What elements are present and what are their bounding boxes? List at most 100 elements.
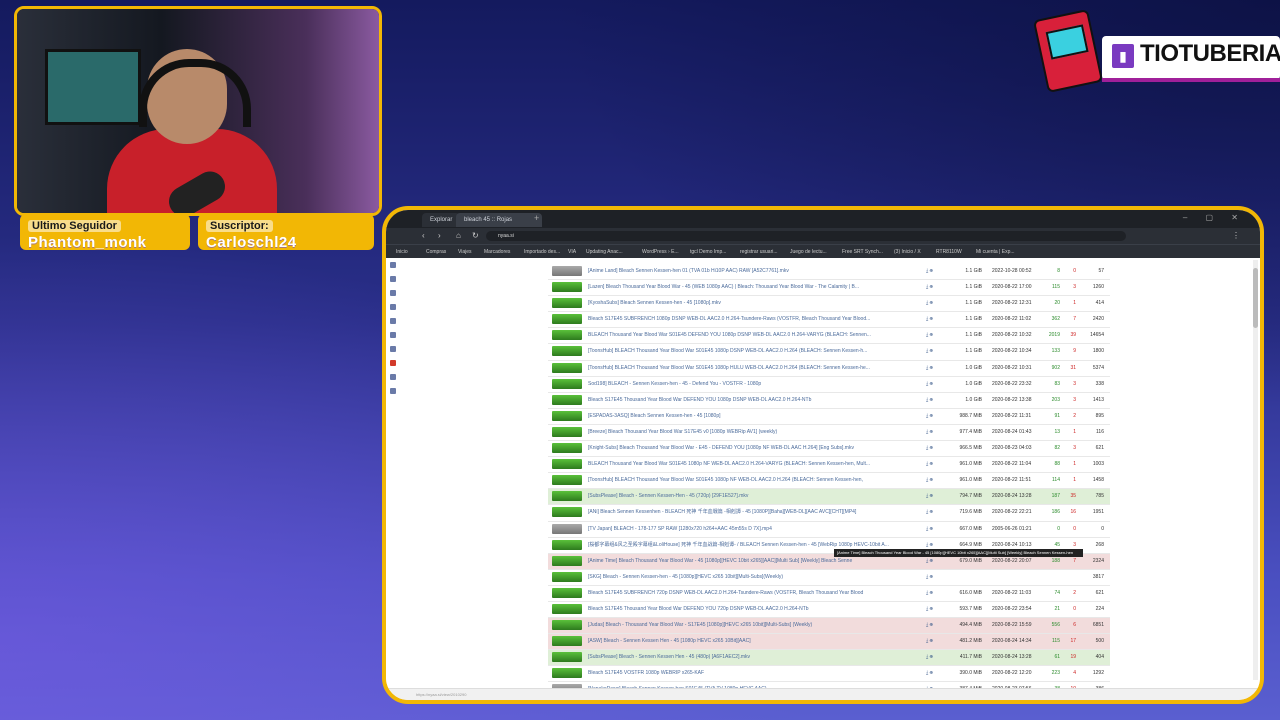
torrent-name-link[interactable]: [SubsPlease] Bleach - Sennen Kessen Hen …	[588, 650, 908, 665]
torrent-name-link[interactable]: BLEACH Thousand Year Blood War S01E45 10…	[588, 457, 908, 472]
category-badge[interactable]	[552, 426, 582, 437]
download-icon[interactable]: ⤓ ⊕	[926, 361, 933, 376]
torrent-name-link[interactable]: [SKG] Bleach - Sennen Kessen-hen - 45 [1…	[588, 570, 908, 585]
download-icon[interactable]: ⤓ ⊕	[926, 570, 933, 585]
bookmark-0[interactable]: Inicio	[396, 246, 408, 258]
download-icon[interactable]: ⤓ ⊕	[926, 473, 933, 488]
category-badge[interactable]	[552, 523, 582, 534]
category-badge[interactable]	[552, 701, 582, 704]
category-badge[interactable]	[552, 620, 582, 631]
url-input[interactable]: nyaa.si	[486, 231, 1126, 241]
sidebar-icon[interactable]	[390, 262, 396, 268]
sidebar-icon[interactable]	[390, 332, 396, 338]
table-row[interactable]: [Breeze] Bleach Thousand Year Blood War …	[548, 425, 1110, 442]
bookmark-11[interactable]: Free SRT Synch...	[842, 246, 883, 258]
table-row[interactable]: [ESPADAS-3ASQ] Bleach Sennen Kessen-hen …	[548, 409, 1110, 425]
category-badge[interactable]	[552, 362, 582, 373]
download-icon[interactable]: ⤓ ⊕	[926, 441, 933, 456]
category-badge[interactable]	[552, 491, 582, 502]
sidebar-icon[interactable]	[390, 318, 396, 324]
torrent-name-link[interactable]: [Lazen] Bleach Thousand Year Blood War -…	[588, 280, 908, 295]
sidebar-icon[interactable]	[390, 304, 396, 310]
table-row[interactable]: [SKG] Bleach - Sennen Kessen-hen - 45 [1…	[548, 570, 1110, 586]
category-badge[interactable]	[552, 603, 582, 614]
download-icon[interactable]: ⤓ ⊕	[926, 489, 933, 504]
download-icon[interactable]: ⤓ ⊕	[926, 666, 933, 681]
torrent-name-link[interactable]: Bleach S17E45 SUBFRENCH 1080p DSNP WEB-D…	[588, 312, 908, 327]
torrent-name-link[interactable]: BLEACH Thousand Year Blood War S01E45 DE…	[588, 328, 908, 343]
torrent-name-link[interactable]: [Anime Land] Bleach Sennen Kessen-hen 01…	[588, 264, 908, 279]
bookmark-10[interactable]: Juego de lectu...	[790, 246, 827, 258]
tab-explorar[interactable]: Explorar	[422, 213, 461, 227]
category-badge[interactable]	[552, 282, 582, 293]
sidebar-icon[interactable]	[390, 346, 396, 352]
torrent-name-link[interactable]: Bleach S17E45 Thousand Year Blood War DE…	[588, 602, 908, 617]
category-badge[interactable]	[552, 507, 582, 518]
table-row[interactable]: Bleach S17E45 Thousand Year Blood War DE…	[548, 602, 1110, 619]
torrent-name-link[interactable]: [ToonsHub] BLEACH Thousand Year Blood Wa…	[588, 361, 908, 376]
table-row[interactable]: [ToonsHub] BLEACH Thousand Year Blood Wa…	[548, 344, 1110, 361]
torrent-name-link[interactable]: Bleach S17E45 Thousand Year Blood War DE…	[588, 393, 908, 408]
download-icon[interactable]: ⤓ ⊕	[926, 586, 933, 601]
sidebar-icon[interactable]	[390, 276, 396, 282]
download-icon[interactable]: ⤓ ⊕	[926, 393, 933, 408]
category-badge[interactable]	[552, 555, 582, 566]
table-row[interactable]: Bleach S17E45 SUBFRENCH 1080p DSNP WEB-D…	[548, 312, 1110, 329]
category-badge[interactable]	[552, 636, 582, 647]
download-icon[interactable]: ⤓ ⊕	[926, 425, 933, 440]
table-row[interactable]: [TV Japan] BLEACH - 178-177 SP RAW [1280…	[548, 522, 1110, 538]
torrent-name-link[interactable]: [ESPADAS-3ASQ] Bleach Sennen Kessen-hen …	[588, 409, 908, 424]
download-icon[interactable]: ⤓ ⊕	[926, 344, 933, 359]
forward-icon[interactable]: ›	[438, 231, 441, 240]
torrent-name-link[interactable]: Sod198] BLEACH - Sennen Kessen-hen - 45 …	[588, 377, 908, 392]
table-row[interactable]: BLEACH Thousand Year Blood War S01E45 DE…	[548, 328, 1110, 345]
table-row[interactable]: Bleach S17E45 SUBFRENCH 720p DSNP WEB-DL…	[548, 586, 1110, 602]
table-row[interactable]: Bleach S17E45 Thousand Year Blood War DE…	[548, 393, 1110, 409]
bookmark-9[interactable]: registrar usuari...	[740, 246, 778, 258]
download-icon[interactable]: ⤓ ⊕	[926, 522, 933, 537]
table-row[interactable]: [SubsPlease] Bleach - Sennen Kessen-Hen …	[548, 489, 1110, 506]
download-icon[interactable]: ⤓ ⊕	[926, 280, 933, 295]
torrent-name-link[interactable]: [ToonsHub] BLEACH Thousand Year Blood Wa…	[588, 473, 908, 488]
table-row[interactable]: Sod198] BLEACH - Sennen Kessen-hen - 45 …	[548, 377, 1110, 393]
category-badge[interactable]	[552, 330, 582, 341]
download-icon[interactable]: ⤓ ⊕	[926, 634, 933, 649]
bookmark-14[interactable]: Mi cuenta | Exp...	[976, 246, 1015, 258]
bookmark-13[interactable]: RTR8110W	[936, 246, 962, 258]
table-row[interactable]: [ANi] Bleach Sennen Kessenhen - BLEACH 死…	[548, 505, 1110, 522]
sidebar-icon[interactable]	[390, 388, 396, 394]
category-badge[interactable]	[552, 314, 582, 325]
download-icon[interactable]: ⤓ ⊕	[926, 650, 933, 665]
window-controls[interactable]: ‒ ▢ ✕	[1183, 213, 1246, 222]
extensions-icon[interactable]: ⋮	[1232, 231, 1240, 240]
table-row[interactable]: [KyoshaSubs] Bleach Sennen Kessen-hen - …	[548, 296, 1110, 313]
table-row[interactable]: Bleach S17E45 VOSTFR 1080p WEBRIP x265-K…	[548, 666, 1110, 683]
torrent-name-link[interactable]: [ANi] Bleach Sennen Kessenhen - BLEACH 死…	[588, 505, 908, 520]
bookmark-8[interactable]: tgcl Demo Imp...	[690, 246, 726, 258]
table-row[interactable]: [ToonsHub] BLEACH Thousand Year Blood Wa…	[548, 361, 1110, 377]
download-icon[interactable]: ⤓ ⊕	[926, 602, 933, 617]
download-icon[interactable]: ⤓ ⊕	[926, 409, 933, 424]
torrent-name-link[interactable]: Bleach S17E45 SUBFRENCH 720p DSNP WEB-DL…	[588, 586, 908, 601]
download-icon[interactable]: ⤓ ⊕	[926, 457, 933, 472]
category-badge[interactable]	[552, 394, 582, 405]
bookmark-5[interactable]: VIA	[568, 246, 576, 258]
torrent-name-link[interactable]: [TV Japan] BLEACH - 178-177 SP RAW [1280…	[588, 522, 908, 537]
torrent-name-link[interactable]: [ToonsHub] BLEACH Thousand Year Blood Wa…	[588, 344, 908, 359]
category-badge[interactable]	[552, 298, 582, 309]
new-tab-icon[interactable]: +	[534, 213, 539, 223]
bookmark-6[interactable]: Updating Anac...	[586, 246, 623, 258]
sidebar-icon[interactable]	[390, 360, 396, 366]
category-badge[interactable]	[552, 652, 582, 663]
category-badge[interactable]	[552, 443, 582, 454]
home-icon[interactable]: ⌂	[456, 231, 461, 240]
table-row[interactable]: [Lazen] Bleach Thousand Year Blood War -…	[548, 280, 1110, 297]
sidebar-icon[interactable]	[390, 290, 396, 296]
scrollbar[interactable]	[1253, 260, 1258, 680]
category-badge[interactable]	[552, 346, 582, 357]
bookmark-2[interactable]: Viajes	[458, 246, 472, 258]
download-icon[interactable]: ⤓ ⊕	[926, 618, 933, 633]
torrent-name-link[interactable]: [SubsPlease] Bleach - Sennen Kessen-Hen …	[588, 489, 908, 504]
category-badge[interactable]	[552, 587, 582, 598]
torrent-name-link[interactable]: Bleach S17E45 VOSTFR 1080p WEBRIP x265-K…	[588, 666, 908, 681]
